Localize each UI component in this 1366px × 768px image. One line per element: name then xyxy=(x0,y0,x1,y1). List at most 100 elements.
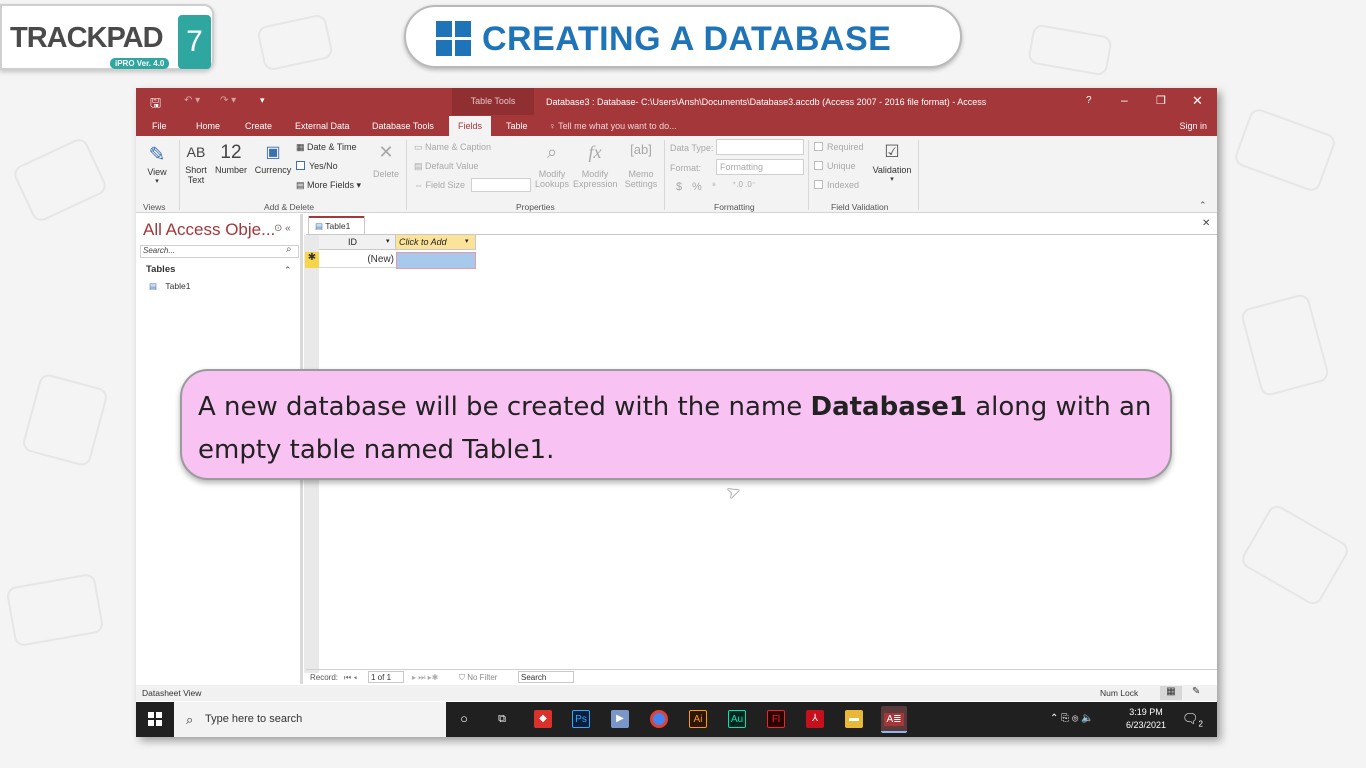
customize-qat-icon[interactable]: ▾ xyxy=(260,95,265,106)
first-previous-record-icons[interactable]: ⏮ ◂ xyxy=(344,673,357,683)
save-icon[interactable]: 🖫 xyxy=(150,94,161,116)
redo-icon[interactable]: ↷ ▾ xyxy=(220,95,236,106)
flash-icon[interactable]: Fl xyxy=(767,710,785,728)
background-doodle xyxy=(20,372,110,468)
memo-settings-label-2: Settings xyxy=(624,179,658,189)
datasheet-header-row: ID ▾ Click to Add ▾ xyxy=(319,235,476,250)
trackpad-logo: TRACKPAD 7 iPRO Ver. 4.0 xyxy=(0,4,214,70)
comma-format-button[interactable]: ⁹ xyxy=(712,180,716,190)
modify-lookups-button[interactable]: ⌕ Modify Lookups xyxy=(534,142,570,189)
sign-in-link[interactable]: Sign in xyxy=(1179,121,1207,131)
cortana-icon[interactable]: ○ xyxy=(455,710,473,728)
data-type-label: Data Type: xyxy=(670,143,714,153)
datasheet-view-icon[interactable]: ▦ xyxy=(1160,686,1182,700)
unique-checkbox[interactable]: Unique xyxy=(814,161,856,171)
document-tab-table1[interactable]: ▤ Table1 xyxy=(308,216,365,234)
datasheet-search-input[interactable]: Search xyxy=(518,671,574,683)
number-icon: 12 xyxy=(220,142,242,163)
illustrator-icon[interactable]: Ai xyxy=(689,710,707,728)
lesson-title-banner: CREATING A DATABASE xyxy=(404,5,962,68)
taskbar-search-box[interactable]: ⌕ Type here to search xyxy=(174,702,446,737)
cell-id-new[interactable]: (New) xyxy=(319,252,396,268)
field-size-input[interactable] xyxy=(471,178,531,192)
memo-settings-label-1: Memo xyxy=(628,169,654,179)
view-button[interactable]: ✎ View ▾ xyxy=(144,142,170,185)
tab-database-tools[interactable]: Database Tools xyxy=(372,121,434,131)
chevron-down-icon[interactable]: ▾ xyxy=(386,237,390,245)
cell-click-to-add-selected[interactable] xyxy=(396,252,476,269)
clock[interactable]: 3:19 PM 6/23/2021 xyxy=(1126,706,1166,732)
new-record-marker[interactable]: ✱ xyxy=(305,252,319,268)
no-filter-button[interactable]: ⛉ No Filter xyxy=(459,673,497,683)
modify-expression-button[interactable]: fx Modify Expression xyxy=(573,142,618,189)
start-button-icon[interactable] xyxy=(148,712,162,726)
yes-no-button[interactable]: Yes/No xyxy=(296,161,338,171)
access-taskbar-icon[interactable]: A≣ xyxy=(881,706,907,733)
column-header-id[interactable]: ID ▾ xyxy=(319,235,396,250)
windows-taskbar: ⌕ Type here to search ○ ⧉ ◆ Ps ▶ Ai Au F… xyxy=(136,702,1217,737)
tell-me-box[interactable]: ♀ Tell me what you want to do... xyxy=(549,121,677,131)
notification-center-icon[interactable]: 🗨2 xyxy=(1182,711,1203,729)
delete-button[interactable]: ✕ Delete xyxy=(372,142,400,179)
minimize-button[interactable]: – xyxy=(1121,93,1128,107)
date-time-button[interactable]: ▦ Date & Time xyxy=(296,142,357,153)
format-select[interactable]: Formatting xyxy=(716,159,804,175)
photoshop-icon[interactable]: Ps xyxy=(572,710,590,728)
nav-pane-menu-icon[interactable]: ⊙ « xyxy=(274,223,291,234)
nav-pane-title[interactable]: All Access Obje... xyxy=(143,220,275,240)
chrome-icon[interactable] xyxy=(650,710,668,728)
short-text-icon: AB xyxy=(186,144,206,160)
tab-home[interactable]: Home xyxy=(196,121,220,131)
required-checkbox[interactable]: Required xyxy=(814,142,864,152)
anydesk-icon[interactable]: ◆ xyxy=(534,710,552,728)
next-last-new-record-icons[interactable]: ▸ ⏭ ▸✱ xyxy=(412,673,438,683)
name-caption-button[interactable]: ▭ Name & Caption xyxy=(414,142,491,153)
undo-icon[interactable]: ↶ ▾ xyxy=(184,95,200,106)
ribbon: ✎ View ▾ AB Short Text 12 Number ▣ Curre… xyxy=(136,136,1217,213)
close-button[interactable]: ✕ xyxy=(1192,93,1203,109)
tab-create[interactable]: Create xyxy=(245,121,272,131)
restore-button[interactable]: ❐ xyxy=(1156,94,1166,107)
lookup-icon: ⌕ xyxy=(546,142,558,162)
task-view-icon[interactable]: ⧉ xyxy=(493,710,511,728)
decimal-buttons[interactable]: ⁺.0 .0⁻ xyxy=(732,180,756,189)
memo-settings-button[interactable]: [ab] Memo Settings xyxy=(620,142,662,189)
collapse-ribbon-icon[interactable]: ⌃ xyxy=(1199,200,1207,211)
help-button[interactable]: ? xyxy=(1086,95,1092,106)
nav-section-tables[interactable]: Tables xyxy=(146,264,175,275)
chevron-down-icon: ▾ xyxy=(890,176,894,183)
search-icon[interactable]: ⌕ xyxy=(286,244,292,255)
media-player-icon[interactable]: ▶ xyxy=(611,710,629,728)
validation-button[interactable]: ☑ Validation ▾ xyxy=(870,142,914,183)
tab-fields[interactable]: Fields xyxy=(449,116,492,136)
document-tab-label: Table1 xyxy=(325,221,351,231)
short-text-button[interactable]: AB Short Text xyxy=(185,144,207,185)
tab-file[interactable]: File xyxy=(152,121,167,131)
format-label: Format: xyxy=(670,163,702,173)
currency-button[interactable]: ▣ Currency xyxy=(253,142,293,175)
nav-item-table1[interactable]: ▤ Table1 xyxy=(149,281,190,292)
logo-edition-number: 7 xyxy=(178,15,211,69)
window-title: Database3 : Database- C:\Users\Ansh\Docu… xyxy=(546,97,987,107)
default-value-button[interactable]: ▤ Default Value xyxy=(414,161,478,172)
system-tray-icons[interactable]: ⌃ ⎘ ⦾ 🔈 xyxy=(1050,713,1094,724)
name-caption-label: Name & Caption xyxy=(425,142,492,152)
collapse-section-icon[interactable]: ⌃ xyxy=(284,265,292,276)
number-button[interactable]: 12 Number xyxy=(213,142,249,175)
current-record-input[interactable]: 1 of 1 xyxy=(368,671,404,683)
audition-icon[interactable]: Au xyxy=(728,710,746,728)
nav-search-input[interactable]: Search... xyxy=(140,245,299,258)
column-header-click-to-add[interactable]: Click to Add ▾ xyxy=(396,235,476,250)
more-fields-button[interactable]: ▤ More Fields ▾ xyxy=(296,180,361,191)
tab-external-data[interactable]: External Data xyxy=(295,121,350,131)
close-document-icon[interactable]: ✕ xyxy=(1202,218,1210,229)
design-view-icon[interactable]: ✎ xyxy=(1192,686,1200,697)
acrobat-icon[interactable]: ⅄ xyxy=(806,710,824,728)
tab-table[interactable]: Table xyxy=(506,121,528,131)
indexed-checkbox[interactable]: Indexed xyxy=(814,180,859,190)
file-explorer-icon[interactable]: ▬ xyxy=(845,710,863,728)
chevron-down-icon[interactable]: ▾ xyxy=(465,237,469,245)
data-type-select[interactable] xyxy=(716,139,804,155)
currency-format-button[interactable]: $ xyxy=(676,181,682,193)
percent-format-button[interactable]: % xyxy=(692,181,702,193)
